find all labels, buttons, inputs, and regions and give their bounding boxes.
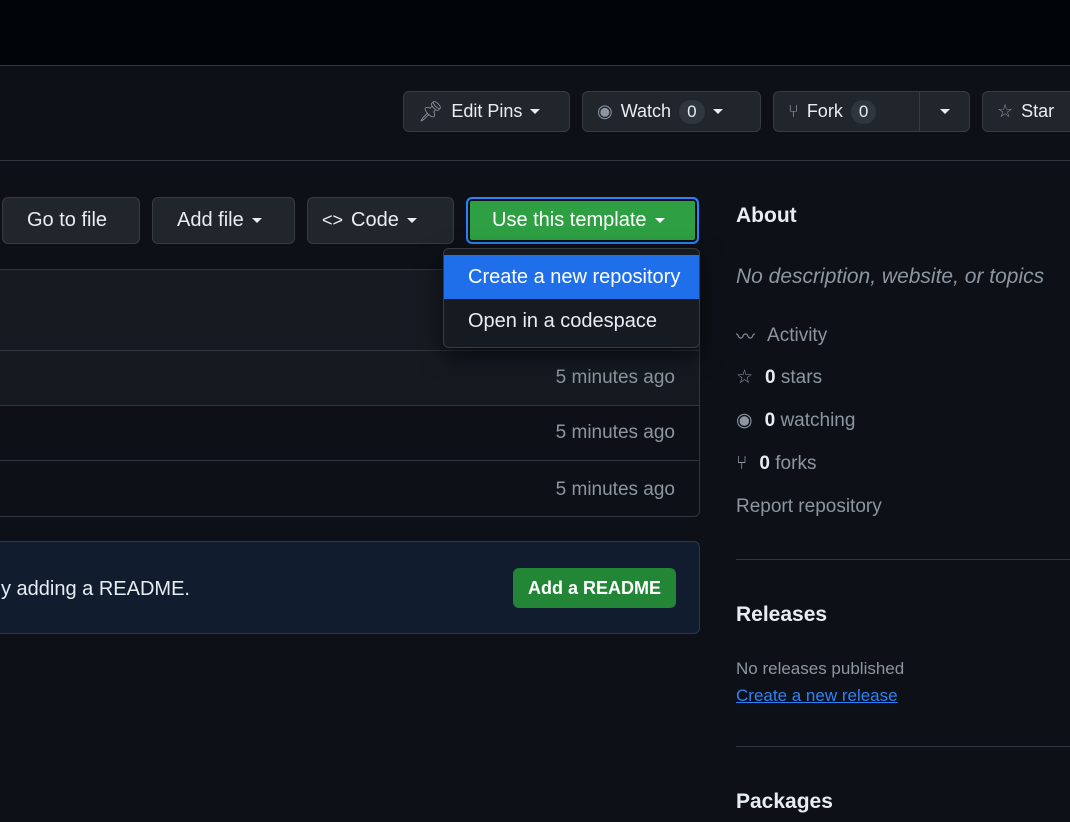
watching-link[interactable]: ◉ 0 watching [736, 409, 855, 432]
star-icon: ☆ [997, 101, 1014, 121]
caret-down-icon [939, 109, 950, 114]
eye-icon: ◉ [597, 101, 613, 121]
fork-count: 0 [850, 99, 877, 124]
divider [736, 559, 1070, 560]
menu-item-create-repository[interactable]: Create a new repository [444, 255, 699, 299]
pulse-icon: 〰 [736, 327, 756, 348]
releases-heading[interactable]: Releases [736, 603, 827, 627]
edit-pins-button[interactable]: 📌︎ Edit Pins [403, 91, 570, 132]
divider [736, 746, 1070, 747]
star-button[interactable]: ☆ Star [982, 91, 1070, 132]
readme-banner: y adding a README. Add a README [0, 541, 700, 634]
add-file-button[interactable]: Add file [152, 197, 295, 244]
fork-dropdown-button[interactable] [919, 92, 969, 131]
no-releases-text: No releases published [736, 659, 905, 678]
add-readme-button[interactable]: Add a README [513, 568, 676, 608]
template-dropdown-menu: Create a new repository Open in a codesp… [443, 248, 700, 348]
stars-link[interactable]: ☆ 0 stars [736, 366, 822, 389]
packages-heading[interactable]: Packages [736, 790, 833, 814]
divider [0, 160, 1070, 161]
table-row[interactable]: 5 minutes ago [0, 405, 699, 460]
pin-icon: 📌︎ [418, 101, 444, 123]
fork-icon: ⑂ [788, 101, 799, 121]
caret-down-icon [654, 218, 665, 223]
about-heading: About [736, 204, 797, 227]
go-to-file-button[interactable]: Go to file [2, 197, 140, 244]
menu-item-open-codespace[interactable]: Open in a codespace [444, 299, 699, 343]
caret-down-icon [406, 218, 417, 223]
caret-down-icon [530, 109, 541, 114]
use-this-template-button[interactable]: Use this template [466, 197, 699, 244]
forks-link[interactable]: ⑂ 0 forks [736, 453, 816, 475]
fork-icon: ⑂ [736, 453, 748, 474]
code-button[interactable]: <> Code [307, 197, 454, 244]
eye-icon: ◉ [736, 410, 753, 431]
activity-link[interactable]: 〰 Activity [736, 322, 827, 349]
table-row[interactable]: 5 minutes ago [0, 350, 699, 405]
watch-button[interactable]: ◉ Watch 0 [582, 91, 761, 132]
top-navigation-bar [0, 0, 1070, 66]
code-icon: <> [322, 210, 344, 230]
star-icon: ☆ [736, 367, 754, 388]
about-description: No description, website, or topics [736, 265, 1045, 288]
caret-down-icon [251, 218, 262, 223]
create-release-link[interactable]: Create a new release [736, 686, 898, 706]
fork-button[interactable]: ⑂ Fork 0 [773, 91, 970, 132]
caret-down-icon [712, 109, 723, 114]
watch-count: 0 [679, 99, 705, 124]
report-repository-link[interactable]: Report repository [736, 496, 882, 518]
table-row[interactable]: 5 minutes ago [0, 460, 699, 516]
